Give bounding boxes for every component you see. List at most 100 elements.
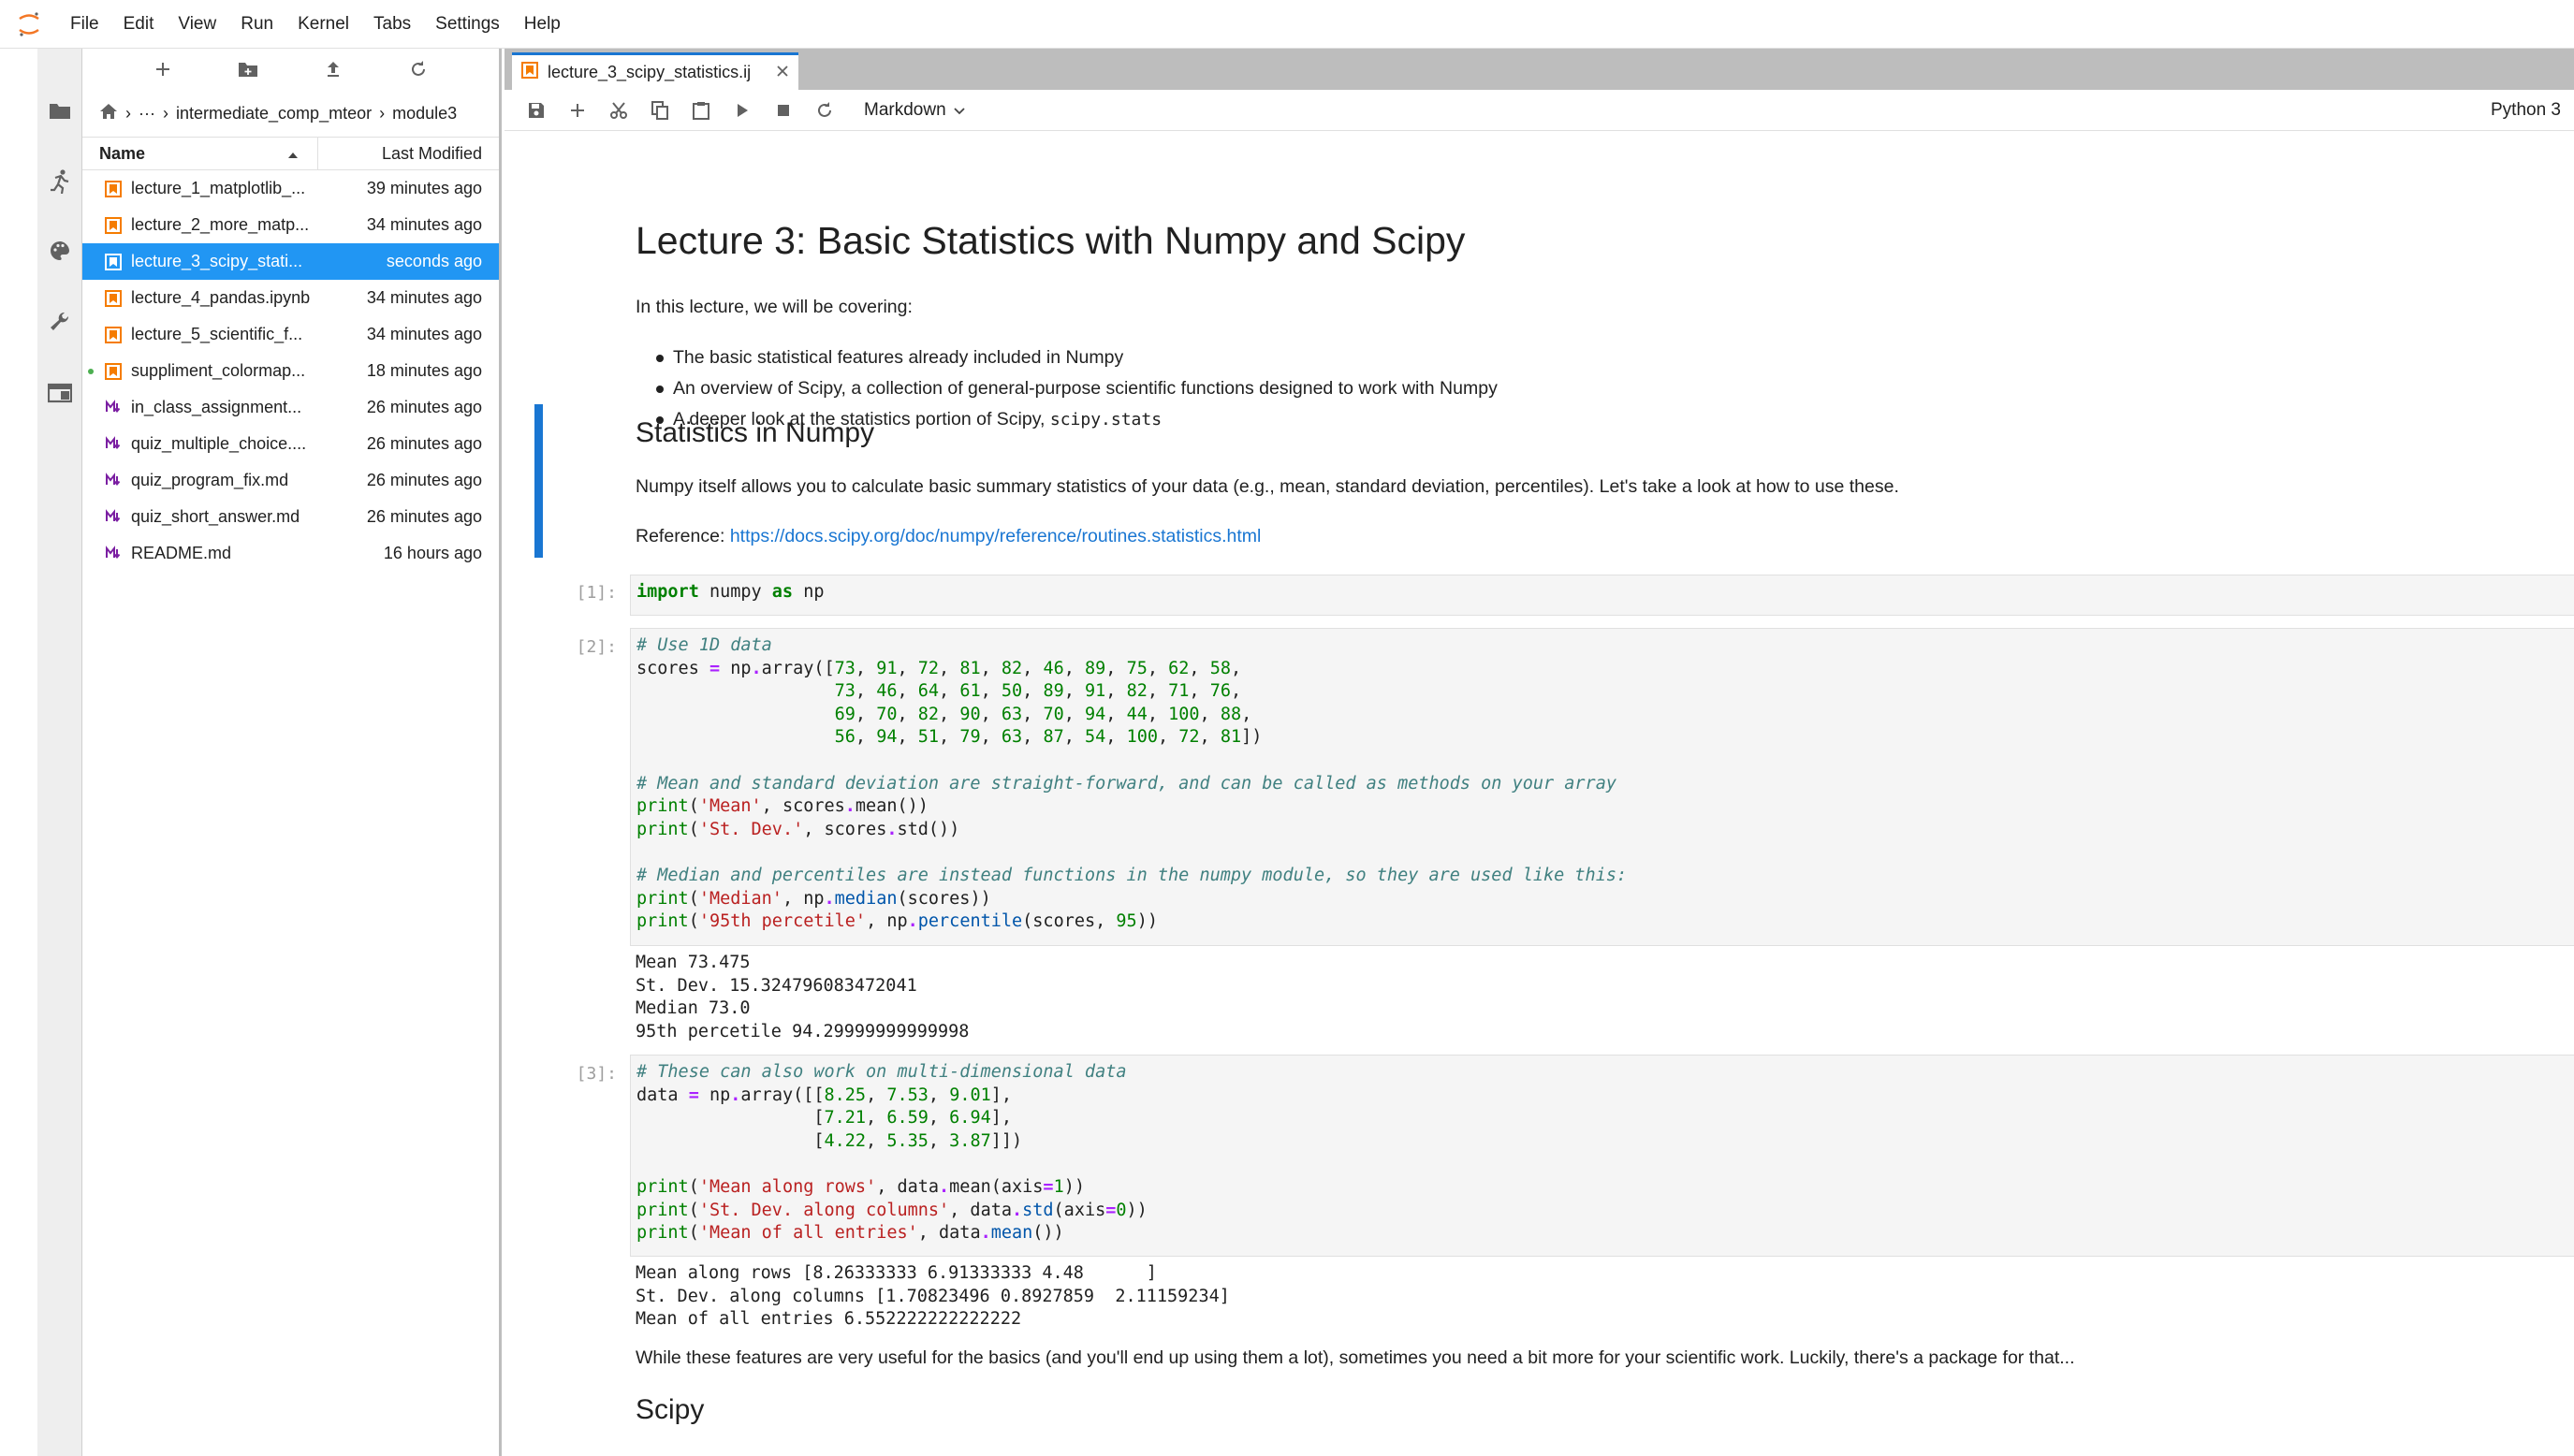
- file-browser-toolbar: [82, 49, 499, 90]
- breadcrumb-separator: ›: [125, 103, 131, 123]
- breadcrumb-item[interactable]: intermediate_comp_mteor: [176, 104, 372, 124]
- file-name: lecture_1_matplotlib_...: [131, 179, 306, 197]
- markdown-cell[interactable]: Statistics in Numpy: [636, 417, 2564, 449]
- notebook-icon: [103, 325, 124, 345]
- file-name: lecture_2_more_matp...: [131, 215, 310, 234]
- copy-button[interactable]: [639, 92, 680, 129]
- breadcrumb: › ··· › intermediate_comp_mteor › module…: [82, 90, 499, 137]
- notebook-icon: [103, 179, 124, 199]
- file-row[interactable]: suppliment_colormap... 18 minutes ago: [82, 353, 499, 389]
- list-item: An overview of Scipy, a collection of ge…: [636, 373, 2564, 404]
- cell-prompt: [2]:: [576, 637, 617, 657]
- menu-view[interactable]: View: [166, 0, 228, 49]
- palette-icon[interactable]: [37, 228, 82, 273]
- new-launcher-button[interactable]: [144, 52, 182, 86]
- file-row[interactable]: README.md 16 hours ago: [82, 535, 499, 572]
- notebook-icon: [103, 215, 124, 236]
- chevron-down-icon: [954, 100, 965, 121]
- jupyter-logo-icon[interactable]: [0, 0, 58, 49]
- file-row[interactable]: quiz_multiple_choice.... 26 minutes ago: [82, 426, 499, 462]
- file-row[interactable]: lecture_1_matplotlib_... 39 minutes ago: [82, 170, 499, 207]
- file-name: lecture_5_scientific_f...: [131, 325, 303, 343]
- markdown-cell[interactable]: Lecture 3: Basic Statistics with Numpy a…: [636, 219, 2564, 263]
- activity-bar: [37, 49, 82, 1456]
- file-list-header: Name Last Modified: [82, 137, 499, 170]
- reference-line: Reference: https://docs.scipy.org/doc/nu…: [636, 523, 2564, 549]
- notebook-toolbar: Markdown Python 3: [505, 90, 2574, 131]
- file-row[interactable]: lecture_4_pandas.ipynb 34 minutes ago: [82, 280, 499, 316]
- code-cell[interactable]: # These can also work on multi-dimension…: [630, 1055, 2574, 1257]
- breadcrumb-item[interactable]: module3: [392, 104, 457, 124]
- code-cell[interactable]: import numpy as np: [630, 575, 2574, 616]
- home-icon[interactable]: [99, 103, 118, 124]
- file-row[interactable]: lecture_5_scientific_f... 34 minutes ago: [82, 316, 499, 353]
- file-name: quiz_program_fix.md: [131, 471, 289, 489]
- file-row[interactable]: lecture_3_scipy_stati... seconds ago: [82, 243, 499, 280]
- tabs-icon[interactable]: [37, 371, 82, 415]
- wrench-icon[interactable]: [37, 299, 82, 344]
- tab-notebook[interactable]: lecture_3_scipy_statistics.ij: [512, 52, 798, 90]
- notebook-icon: [521, 62, 538, 83]
- markdown-cell[interactable]: Scipy: [636, 1394, 2564, 1426]
- restart-button[interactable]: [804, 92, 845, 129]
- menu-run[interactable]: Run: [228, 0, 285, 49]
- kernel-name[interactable]: Python 3: [2491, 100, 2574, 121]
- file-modified: 26 minutes ago: [366, 507, 482, 526]
- insert-cell-button[interactable]: [557, 92, 598, 129]
- file-row[interactable]: in_class_assignment... 26 minutes ago: [82, 389, 499, 426]
- file-modified: seconds ago: [386, 252, 482, 270]
- close-icon[interactable]: [776, 63, 789, 82]
- intro-text: In this lecture, we will be covering:: [636, 297, 913, 317]
- tab-bar: lecture_3_scipy_statistics.ij: [505, 49, 2574, 90]
- file-modified: 39 minutes ago: [366, 179, 482, 197]
- modified-column-header[interactable]: Last Modified: [318, 144, 499, 164]
- notebook-icon: [103, 361, 124, 382]
- menu-bar: File Edit View Run Kernel Tabs Settings …: [0, 0, 2574, 49]
- notebook-panel: Lecture 3: Basic Statistics with Numpy a…: [505, 131, 2574, 1456]
- file-modified: 34 minutes ago: [366, 215, 482, 234]
- reference-link[interactable]: https://docs.scipy.org/doc/numpy/referen…: [730, 526, 1262, 546]
- cell-type-label: Markdown: [864, 99, 946, 120]
- file-modified: 16 hours ago: [383, 544, 482, 562]
- file-name: suppliment_colormap...: [131, 361, 306, 380]
- file-modified: 26 minutes ago: [366, 434, 482, 453]
- file-name: README.md: [131, 544, 232, 562]
- breadcrumb-ellipsis[interactable]: ···: [139, 104, 155, 124]
- notebook-icon: [103, 252, 124, 272]
- notebook-icon: [103, 288, 124, 309]
- section-heading: Scipy: [636, 1394, 705, 1425]
- file-modified: 34 minutes ago: [366, 288, 482, 307]
- save-button[interactable]: [516, 92, 557, 129]
- name-column-header[interactable]: Name: [82, 138, 318, 169]
- menu-tabs[interactable]: Tabs: [361, 0, 423, 49]
- paste-button[interactable]: [680, 92, 722, 129]
- menu-edit[interactable]: Edit: [111, 0, 167, 49]
- file-browser: › ··· › intermediate_comp_mteor › module…: [82, 49, 502, 1456]
- folder-icon[interactable]: [37, 88, 82, 133]
- menu-kernel[interactable]: Kernel: [285, 0, 361, 49]
- new-folder-button[interactable]: [229, 52, 267, 86]
- cell-collapser[interactable]: [534, 404, 543, 558]
- refresh-button[interactable]: [400, 52, 437, 86]
- markdown-icon: [103, 434, 124, 455]
- menu-settings[interactable]: Settings: [423, 0, 512, 49]
- upload-button[interactable]: [314, 52, 352, 86]
- menu-help[interactable]: Help: [512, 0, 573, 49]
- stop-button[interactable]: [763, 92, 804, 129]
- paragraph: While these features are very useful for…: [636, 1347, 2075, 1368]
- file-row[interactable]: quiz_short_answer.md 26 minutes ago: [82, 499, 499, 535]
- cell-type-dropdown[interactable]: Markdown: [864, 100, 965, 121]
- cell-prompt: [3]:: [576, 1064, 617, 1084]
- code-cell[interactable]: # Use 1D data scores = np.array([73, 91,…: [630, 628, 2574, 946]
- file-row[interactable]: lecture_2_more_matp... 34 minutes ago: [82, 207, 499, 243]
- run-button[interactable]: [722, 92, 763, 129]
- cut-button[interactable]: [598, 92, 639, 129]
- cell-output: Mean 73.475 St. Dev. 15.324796083472041 …: [636, 953, 970, 1041]
- breadcrumb-separator: ›: [162, 103, 168, 123]
- menu-file[interactable]: File: [58, 0, 111, 49]
- file-modified: 18 minutes ago: [366, 361, 482, 380]
- cell-prompt: [1]:: [576, 583, 617, 603]
- name-column-label: Name: [99, 143, 146, 163]
- file-row[interactable]: quiz_program_fix.md 26 minutes ago: [82, 462, 499, 499]
- running-icon[interactable]: [37, 159, 82, 204]
